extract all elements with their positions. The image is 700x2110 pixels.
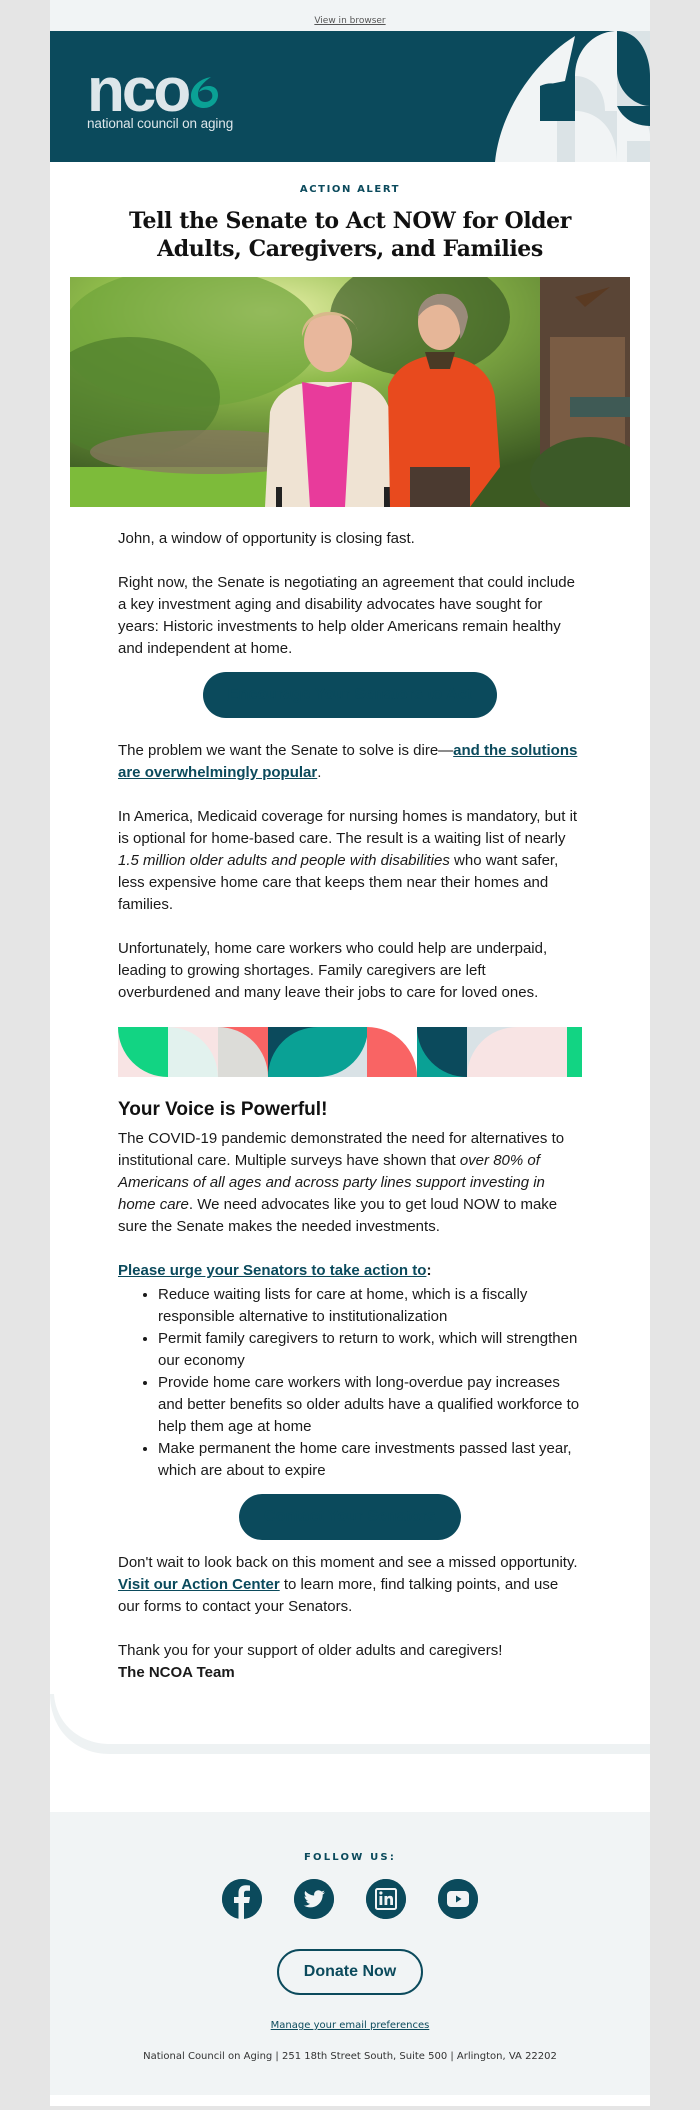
facebook-link[interactable] <box>222 1879 262 1919</box>
list-item: Reduce waiting lists for care at home, w… <box>158 1284 582 1328</box>
twitter-icon <box>294 1879 334 1919</box>
footer-address: National Council on Aging | 251 18th Str… <box>143 2051 557 2062</box>
twitter-link[interactable] <box>294 1879 334 1919</box>
manage-preferences-link[interactable]: Manage your email preferences <box>50 2020 650 2031</box>
pattern-tile <box>167 1027 218 1077</box>
greeting: John, a window of opportunity is closing… <box>118 530 415 547</box>
pattern-tile <box>417 1027 468 1077</box>
donate-now-button[interactable]: Donate Now <box>277 1949 423 1995</box>
hero-photo <box>70 277 630 507</box>
pattern-tile <box>267 1027 318 1077</box>
signature: The NCOA Team <box>118 1664 235 1681</box>
paragraph-problem-end: . <box>317 764 322 781</box>
decorative-curve <box>50 1694 650 1754</box>
header-banner: nco national council on aging <box>50 31 650 162</box>
thanks-text: Thank you for your support of older adul… <box>118 1642 503 1659</box>
paragraph-medicaid-text: In America, Medicaid coverage for nursin… <box>118 808 578 847</box>
logo-letters: nco <box>87 56 191 125</box>
paragraph-covid: The COVID-19 pandemic demonstrated the n… <box>118 1128 582 1238</box>
pattern-tile <box>118 1027 168 1077</box>
logo-mark: nco <box>87 56 233 125</box>
paragraph-intro: Right now, the Senate is negotiating an … <box>118 574 575 657</box>
logo-tagline: national council on aging <box>87 116 234 131</box>
contact-senators-button[interactable]: Contact Your Senators <box>239 1494 461 1540</box>
main-content: ACTION ALERT Tell the Senate to Act NOW … <box>50 162 650 1754</box>
youtube-icon <box>438 1879 478 1919</box>
action-center-link[interactable]: Visit our Action Center <box>118 1576 280 1593</box>
decorative-pattern-strip <box>118 1027 582 1077</box>
pattern-tile <box>517 1027 568 1077</box>
logo-swoosh-icon <box>191 77 219 108</box>
article-body: John, a window of opportunity is closing… <box>50 528 650 1004</box>
pattern-tile <box>317 1027 368 1077</box>
page-title: Tell the Senate to Act NOW for Older Adu… <box>129 208 571 262</box>
banner-geometric-art <box>495 31 650 162</box>
pattern-tile <box>217 1027 268 1077</box>
youtube-link[interactable] <box>438 1879 478 1919</box>
hero-image[interactable] <box>70 277 630 507</box>
article-body-continued: Your Voice is Powerful! The COVID-19 pan… <box>50 1099 650 1684</box>
waiting-list-emphasis: 1.5 million older adults and people with… <box>118 852 450 869</box>
pattern-tile <box>467 1027 518 1077</box>
action-list: Reduce waiting lists for care at home, w… <box>158 1284 582 1482</box>
footer: FOLLOW US: Donate Now Manage your email … <box>50 1812 650 2095</box>
email-container: View in browser nco national council on … <box>50 0 650 2106</box>
urge-colon: : <box>426 1262 432 1279</box>
section-title: Your Voice is Powerful! <box>118 1099 328 1120</box>
paragraph-workers: Unfortunately, home care workers who cou… <box>118 940 548 1001</box>
card-bottom-curve <box>50 1684 650 1754</box>
follow-us-label: FOLLOW US: <box>303 1852 397 1863</box>
social-links <box>50 1879 650 1919</box>
list-item: Permit family caregivers to return to wo… <box>158 1328 582 1372</box>
pattern-tile <box>567 1027 582 1077</box>
urge-senators-link[interactable]: Please urge your Senators to take action… <box>118 1262 426 1279</box>
linkedin-link[interactable] <box>366 1879 406 1919</box>
ncoa-logo[interactable]: nco national council on aging <box>87 56 234 132</box>
pattern-tile <box>367 1027 418 1077</box>
list-item: Provide home care workers with long-over… <box>158 1372 582 1438</box>
facebook-icon <box>222 1879 262 1919</box>
preheader: View in browser <box>50 0 650 31</box>
urge-senators-lead: Please urge your Senators to take action… <box>118 1260 582 1282</box>
linkedin-icon <box>366 1879 406 1919</box>
paragraph-medicaid: In America, Medicaid coverage for nursin… <box>118 806 582 916</box>
encourage-senators-button[interactable]: Encourage Your Senators to Act <box>203 672 497 718</box>
paragraph-action-center-text: Don't wait to look back on this moment a… <box>118 1554 578 1571</box>
paragraph-problem: The problem we want the Senate to solve … <box>118 740 582 784</box>
paragraph-problem-text: The problem we want the Senate to solve … <box>118 742 454 759</box>
view-in-browser-link[interactable]: View in browser <box>314 16 385 26</box>
spacer <box>50 1754 650 1812</box>
list-item: Make permanent the home care investments… <box>158 1438 582 1482</box>
eyebrow-label: ACTION ALERT <box>299 184 401 195</box>
paragraph-action-center: Don't wait to look back on this moment a… <box>118 1552 582 1618</box>
